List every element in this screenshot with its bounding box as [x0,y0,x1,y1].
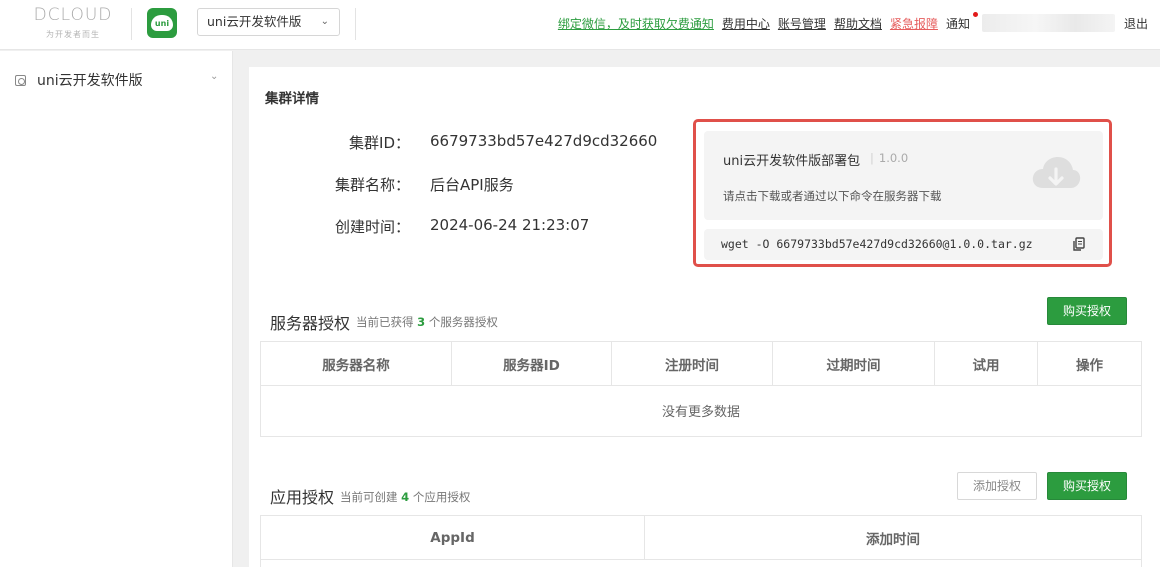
cluster-id-value: 6679733bd57e427d9cd32660 [430,132,658,150]
app-license-title: 应用授权 [270,488,335,507]
download-command[interactable]: wget -O 6679733bd57e427d9cd32660@1.0.0.t… [721,237,1061,251]
column-header: 添加时间 [866,531,920,548]
emergency-report-link[interactable]: 紧急报障 [890,15,938,32]
server-license-table: 服务器名称 服务器ID 注册时间 过期时间 试用 操作 没有更多数据 [260,341,1142,437]
chevron-down-icon[interactable]: ⌄ [210,71,218,82]
cluster-name-label: 集群名称： [334,176,410,194]
app-icon [15,75,26,86]
logout-link[interactable]: 退出 [1124,15,1148,32]
logo-text: DCLOUD [33,5,113,25]
page-title: 集群详情 [265,91,319,107]
notification-link[interactable]: 通知 [945,11,978,32]
app-license-table: AppId 添加时间 [260,515,1142,567]
uni-logo-icon: uni [147,8,177,38]
sidebar: uni云开发软件版 ⌄ [0,51,233,567]
column-header: 试用 [935,342,1038,385]
dcloud-logo[interactable]: DCLOUD 为开发者而生 [28,5,118,41]
add-license-button[interactable]: 添加授权 [957,472,1037,500]
column-header: 服务器ID [452,342,612,385]
column-header: 服务器名称 [261,342,452,385]
app-select-value: uni云开发软件版 [207,14,302,29]
column-header: 操作 [1076,357,1103,374]
chevron-down-icon: ⌄ [320,16,329,27]
buy-app-license-button[interactable]: 购买授权 [1047,472,1127,500]
app-select[interactable]: uni云开发软件版 ⌄ [197,8,340,36]
app-license-count: 4 [401,490,410,504]
package-version: 1.0.0 [870,151,908,165]
package-name: uni云开发软件版部署包 [723,154,861,169]
sidebar-item-label: uni云开发软件版 [37,73,143,89]
sidebar-item-app[interactable]: uni云开发软件版 ⌄ [0,69,233,91]
server-license-prefix: 当前已获得 [356,315,414,329]
server-license-title: 服务器授权 [270,314,351,333]
cluster-detail-card: 集群详情 集群ID： 6679733bd57e427d9cd32660 集群名称… [249,67,1160,567]
empty-state: 没有更多数据 [661,405,740,420]
server-license-count: 3 [417,315,426,329]
server-license-summary: 当前已获得 3 个服务器授权 [356,314,498,330]
bind-wechat-link[interactable]: 绑定微信，及时获取欠费通知 [558,15,714,32]
cluster-name-value: 后台API服务 [430,176,514,194]
user-account-blurred[interactable] [981,14,1115,32]
package-download-area[interactable]: uni云开发软件版部署包 1.0.0 请点击下载或者通过以下命令在服务器下载 [704,131,1103,220]
app-license-summary: 当前可创建 4 个应用授权 [340,489,470,505]
table-header: 服务器名称 服务器ID 注册时间 过期时间 试用 操作 [261,342,1141,386]
top-links: 绑定微信，及时获取欠费通知 费用中心 账号管理 帮助文档 紧急报障 通知 退出 [558,11,1160,32]
buy-server-license-button[interactable]: 购买授权 [1047,297,1127,325]
column-header: AppId [261,516,645,559]
cloud-download-icon[interactable] [1031,155,1081,193]
created-time-label: 创建时间： [334,218,410,236]
billing-center-link[interactable]: 费用中心 [722,15,770,32]
cluster-id-label: 集群ID： [349,134,410,152]
notification-dot [972,11,978,17]
download-command-box: wget -O 6679733bd57e427d9cd32660@1.0.0.t… [704,229,1103,260]
column-header: 注册时间 [612,342,773,385]
logo-slogan: 为开发者而生 [46,30,100,39]
help-docs-link[interactable]: 帮助文档 [834,15,882,32]
package-description: 请点击下载或者通过以下命令在服务器下载 [723,189,942,203]
app-license-prefix: 当前可创建 [340,490,398,504]
column-header: 过期时间 [773,342,935,385]
account-management-link[interactable]: 账号管理 [778,15,826,32]
notification-label: 通知 [945,16,970,31]
app-license-suffix: 个应用授权 [412,490,471,504]
created-time-value: 2024-06-24 21:23:07 [430,216,590,234]
table-header: AppId 添加时间 [261,516,1141,560]
deploy-package-panel: uni云开发软件版部署包 1.0.0 请点击下载或者通过以下命令在服务器下载 w… [693,119,1112,267]
copy-icon[interactable] [1072,237,1086,251]
top-header: DCLOUD 为开发者而生 uni uni云开发软件版 ⌄ 绑定微信，及时获取欠… [0,0,1160,50]
header-divider [355,8,356,40]
header-divider [131,8,132,40]
server-license-suffix: 个服务器授权 [428,315,498,329]
uni-badge-text: uni [151,15,173,31]
